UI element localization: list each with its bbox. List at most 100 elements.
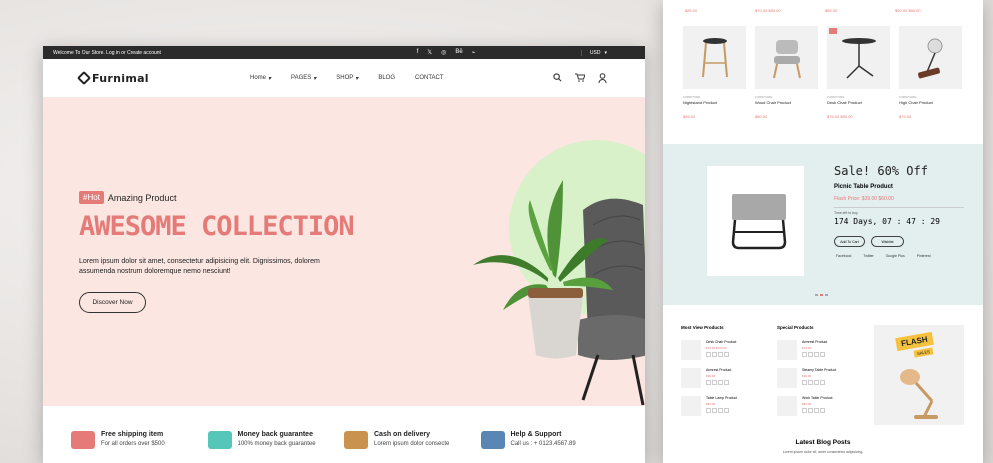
flash-sub: SALES xyxy=(913,347,934,358)
quantity-stepper[interactable] xyxy=(706,352,736,357)
list-item[interactable]: Armrest Product $79.00 xyxy=(777,340,827,360)
feature-sub: 100% money back guarantee xyxy=(237,441,316,447)
flash-sale-banner[interactable]: FLASH SALES xyxy=(874,325,964,425)
menu-item-shop[interactable]: SHOP ▾ xyxy=(336,75,358,82)
brand-logo[interactable]: Furnimal xyxy=(76,70,149,86)
item-name: Armrest Product xyxy=(802,340,828,344)
menu-item-contact[interactable]: CONTACT xyxy=(415,75,444,82)
rss-icon[interactable]: ⌁ xyxy=(472,49,476,56)
currency-value: USD xyxy=(589,49,601,56)
support-icon xyxy=(480,431,505,449)
share-google[interactable]: Google Plus xyxy=(886,254,905,258)
product-image xyxy=(899,26,962,89)
menu-item-pages[interactable]: PAGES ▾ xyxy=(291,75,316,82)
menu-item-blog[interactable]: BLOG xyxy=(378,75,395,82)
product-name[interactable]: Nightstand Product xyxy=(683,100,746,105)
product-name[interactable]: High Chair Product xyxy=(899,100,962,105)
feature-item: Free shipping item For all orders over $5… xyxy=(71,419,208,463)
quantity-stepper[interactable] xyxy=(706,380,731,385)
timer-label: Time left to buy xyxy=(834,211,858,215)
instagram-icon[interactable]: ◎ xyxy=(441,49,446,56)
chevron-down-icon: ▾ xyxy=(355,75,359,82)
quantity-stepper[interactable] xyxy=(802,408,832,413)
item-price: $90.00 xyxy=(706,402,716,406)
share-pinterest[interactable]: Pinterest xyxy=(917,254,931,258)
cart-icon[interactable] xyxy=(575,73,585,82)
countdown: 174 Days, 07 : 47 : 29 xyxy=(834,217,940,226)
header-icons xyxy=(553,73,607,83)
quantity-stepper[interactable] xyxy=(802,380,836,385)
blog-subtitle: Lorem ipsum dolor sit, amet consectetur … xyxy=(782,450,864,454)
slider-dots[interactable] xyxy=(815,294,828,296)
feature-sub: Lorem ipsum dolor consecte xyxy=(374,441,450,447)
product-price: $85.00 xyxy=(683,114,696,119)
list-item[interactable]: Work Table Product $90.00 xyxy=(777,396,832,416)
list-item[interactable]: Table Lamp Product $90.00 xyxy=(681,396,737,416)
brand-name: Furnimal xyxy=(92,71,149,85)
wishlist-button[interactable]: Wishlist xyxy=(871,236,904,247)
twitter-icon[interactable]: 𝕏 xyxy=(427,49,432,56)
product-name[interactable]: Wood Chair Product xyxy=(755,100,818,105)
chevron-down-icon: ▾ xyxy=(604,49,607,56)
discover-button[interactable]: Discover Now xyxy=(79,292,146,313)
user-icon[interactable] xyxy=(598,73,607,83)
feature-title: Money back guarantee xyxy=(237,431,313,438)
price-text: $85.00 xyxy=(825,8,838,13)
add-to-cart-button[interactable]: Add To Cart xyxy=(834,236,865,247)
currency-select[interactable]: USD ▾ xyxy=(580,49,607,56)
behance-icon[interactable]: Bē xyxy=(455,49,462,56)
item-name: Desk Chair Product xyxy=(706,340,737,344)
item-name: Steamy Table Product xyxy=(802,368,837,372)
previous-row-prices: $89.00 $70.00 $90.00 $85.00 $90.00 $80.0… xyxy=(685,8,965,13)
hero-kicker: #Hot Amazing Product xyxy=(79,191,176,204)
product-category: FURNITURE xyxy=(683,95,701,99)
welcome-text[interactable]: Welcome To Our Store. Log in or Create a… xyxy=(53,50,161,56)
deal-product-name[interactable]: Picnic Table Product xyxy=(834,184,893,190)
product-category: FURNITURE xyxy=(899,95,917,99)
item-name: Armrest Product xyxy=(706,368,732,372)
thumb xyxy=(681,396,701,416)
product-grid: FURNITURE Nightstand Product $85.00 FURN… xyxy=(683,26,962,119)
quantity-stepper[interactable] xyxy=(802,352,827,357)
thumb xyxy=(777,396,797,416)
armchair-plant-illustration xyxy=(473,180,645,406)
menu-item-home[interactable]: Home ▾ xyxy=(250,75,271,82)
share-twitter[interactable]: Twitter xyxy=(863,254,873,258)
item-name: Table Lamp Product xyxy=(706,396,738,400)
item-price: $90.00 xyxy=(706,374,716,378)
deal-price: Flash Price: $39.00 $60.00 xyxy=(834,196,894,202)
share-facebook[interactable]: Facebook xyxy=(836,254,851,258)
product-image xyxy=(755,26,818,89)
item-name: Work Table Product xyxy=(802,396,833,400)
money-icon xyxy=(207,431,232,449)
product-price: $80.00 xyxy=(755,114,768,119)
hero-banner: #Hot Amazing Product AWESOME COLLECTION … xyxy=(43,97,645,406)
list-item[interactable]: Armrest Product $90.00 xyxy=(681,368,731,388)
search-icon[interactable] xyxy=(553,73,562,82)
product-card[interactable]: FURNITURE High Chair Product $79.00 xyxy=(899,26,962,119)
list-item[interactable]: Steamy Table Product $90.00 xyxy=(777,368,836,388)
quantity-stepper[interactable] xyxy=(706,408,737,413)
product-card[interactable]: FURNITURE Desk Chair Product $75.00 $90.… xyxy=(827,26,890,119)
hero-description: Lorem ipsum dolor sit amet, consectetur … xyxy=(79,258,320,275)
product-card[interactable]: FURNITURE Nightstand Product $85.00 xyxy=(683,26,746,119)
facebook-icon[interactable]: f xyxy=(417,49,419,56)
share-links: Facebook Twitter Google Plus Pinterest xyxy=(836,254,931,258)
menu-label: SHOP xyxy=(336,74,354,81)
kicker-text: Amazing Product xyxy=(107,192,177,203)
price-text: $90.00 $80.00 xyxy=(895,8,921,13)
product-image xyxy=(827,26,890,89)
item-price: $90.00 xyxy=(802,374,812,378)
item-price: $79.00 $100.00 xyxy=(706,346,727,350)
list-item[interactable]: Desk Chair Product $79.00 $100.00 xyxy=(681,340,736,360)
shop-page-mockup: $89.00 $70.00 $90.00 $85.00 $90.00 $80.0… xyxy=(663,0,983,463)
product-card[interactable]: FURNITURE Wood Chair Product $80.00 xyxy=(755,26,818,119)
product-image xyxy=(683,26,746,89)
feature-item: Money back guarantee 100% money back guar… xyxy=(207,419,345,463)
feature-title: Help & Support xyxy=(510,431,562,438)
delivery-icon xyxy=(344,431,368,449)
feature-item: Cash on delivery Lorem ipsum dolor consec… xyxy=(344,419,481,463)
features-bar: Free shipping item For all orders over $5… xyxy=(43,419,645,463)
product-name[interactable]: Desk Chair Product xyxy=(827,100,890,105)
thumb xyxy=(777,368,797,388)
